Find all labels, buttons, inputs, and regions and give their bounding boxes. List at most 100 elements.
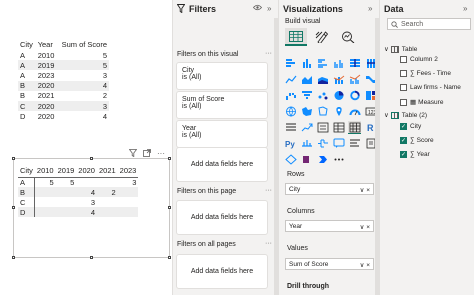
- matrix-row-header[interactable]: D: [18, 207, 36, 217]
- columns-well-field[interactable]: Year ∨ ×: [285, 220, 374, 232]
- add-data-fields-visual[interactable]: Add data fields here: [176, 147, 268, 182]
- matrix-icon[interactable]: [348, 121, 361, 134]
- collapse-pane-icon[interactable]: »: [267, 4, 271, 13]
- python-visual-icon[interactable]: Py: [284, 137, 297, 150]
- filter-icon[interactable]: [128, 149, 138, 159]
- key-influencers-icon[interactable]: [300, 137, 313, 150]
- tree-field-measure[interactable]: ▦ Measure: [400, 98, 443, 106]
- table-visual[interactable]: City Year Sum of Score A 2010 5 A 2019 5 A 20…: [18, 39, 109, 121]
- field-actions[interactable]: ∨ ×: [360, 223, 370, 231]
- tree-field-city[interactable]: ✓ City: [400, 123, 421, 130]
- add-data-fields-page[interactable]: Add data fields here: [176, 200, 268, 235]
- tree-field-score[interactable]: ✓ ∑ Score: [400, 137, 434, 144]
- power-apps-icon[interactable]: [300, 153, 313, 166]
- matrix-row-header[interactable]: A: [18, 177, 36, 187]
- map-icon[interactable]: [284, 105, 297, 118]
- stacked-area-chart-icon[interactable]: [316, 73, 329, 86]
- chevron-down-icon[interactable]: ∨: [384, 111, 389, 119]
- matrix-column-header[interactable]: 2010: [34, 165, 56, 178]
- matrix-row-header[interactable]: C: [18, 197, 36, 207]
- more-options-icon[interactable]: ···: [265, 187, 272, 194]
- matrix-column-header[interactable]: 2021: [96, 165, 118, 178]
- search-box[interactable]: Search: [387, 18, 471, 30]
- focus-mode-icon[interactable]: [143, 149, 151, 159]
- table-icon[interactable]: [332, 121, 345, 134]
- search-input[interactable]: Search: [401, 21, 423, 28]
- tree-field-column-2[interactable]: Column 2: [400, 56, 438, 63]
- tree-field-law-firms-name[interactable]: Law firms - Name: [400, 84, 461, 91]
- more-options-icon[interactable]: ···: [265, 240, 272, 247]
- line-and-column-chart-icon[interactable]: [332, 73, 345, 86]
- collapse-pane-icon[interactable]: »: [368, 4, 372, 13]
- checkbox[interactable]: [400, 84, 407, 91]
- resize-handle[interactable]: [12, 206, 15, 209]
- table-header-sum-of-score[interactable]: Sum of Score: [57, 39, 109, 50]
- rows-well-field[interactable]: City ∨ ×: [285, 183, 374, 195]
- funnel-chart-icon[interactable]: [300, 89, 313, 102]
- chevron-down-icon[interactable]: ∨: [384, 45, 389, 53]
- tree-field-fees-time[interactable]: ∑ Fees - Time: [400, 70, 451, 77]
- eye-icon[interactable]: [252, 4, 263, 13]
- resize-handle[interactable]: [12, 256, 15, 259]
- checkbox-checked[interactable]: ✓: [400, 123, 407, 130]
- checkbox-checked[interactable]: ✓: [400, 151, 407, 158]
- values-well-field[interactable]: Sum of Score ∨ ×: [285, 258, 374, 270]
- area-chart-icon[interactable]: [300, 73, 313, 86]
- decomposition-tree-icon[interactable]: [316, 137, 329, 150]
- clustered-bar-chart-icon[interactable]: [316, 57, 329, 70]
- stacked-column-chart-icon[interactable]: [300, 57, 313, 70]
- stacked-bar-chart-icon[interactable]: [284, 57, 297, 70]
- shape-map-icon[interactable]: [316, 105, 329, 118]
- more-options-icon[interactable]: ···: [265, 50, 272, 57]
- clustered-column-chart-icon[interactable]: [332, 57, 345, 70]
- donut-chart-icon[interactable]: [348, 89, 361, 102]
- pie-chart-icon[interactable]: [332, 89, 345, 102]
- resize-handle[interactable]: [168, 256, 171, 259]
- filter-card-year[interactable]: Year is (All): [176, 120, 268, 148]
- tree-field-year[interactable]: ✓ ∑ Year: [400, 151, 430, 158]
- build-visual-tab[interactable]: [285, 28, 307, 46]
- format-visual-tab[interactable]: [311, 28, 333, 46]
- field-actions[interactable]: ∨ ×: [360, 186, 370, 194]
- table-header-city[interactable]: City: [18, 39, 36, 50]
- matrix-row-header[interactable]: B: [18, 187, 36, 197]
- resize-handle[interactable]: [12, 157, 15, 160]
- matrix-column-header[interactable]: 2023: [117, 165, 139, 178]
- tree-table-table[interactable]: ∨ Table: [384, 45, 417, 53]
- matrix-column-header[interactable]: 2020: [76, 165, 97, 178]
- checkbox[interactable]: [400, 98, 407, 106]
- matrix-column-header[interactable]: 2019: [55, 165, 77, 178]
- diamond-visual-icon[interactable]: [284, 153, 297, 166]
- azure-map-icon[interactable]: [332, 105, 345, 118]
- more-options-icon[interactable]: ···: [157, 149, 165, 159]
- checkbox[interactable]: [400, 70, 407, 77]
- add-data-fields-all-pages[interactable]: Add data fields here: [176, 254, 268, 289]
- smart-narrative-icon[interactable]: [348, 137, 361, 150]
- collapse-pane-icon[interactable]: »: [463, 4, 467, 13]
- matrix-visual[interactable]: ··· City 2010 2019 2020 2021 2023 A 5 5: [12, 149, 171, 259]
- resize-handle[interactable]: [168, 206, 171, 209]
- more-visuals-icon[interactable]: [332, 153, 345, 166]
- resize-handle[interactable]: [90, 256, 93, 259]
- power-automate-icon[interactable]: [316, 153, 329, 166]
- qna-icon[interactable]: [332, 137, 345, 150]
- gauge-icon[interactable]: [348, 105, 361, 118]
- resize-handle[interactable]: [168, 157, 171, 160]
- waterfall-chart-icon[interactable]: [284, 89, 297, 102]
- checkbox-checked[interactable]: ✓: [400, 137, 407, 144]
- table-header-year[interactable]: Year: [36, 39, 58, 50]
- checkbox[interactable]: [400, 56, 407, 63]
- resize-handle[interactable]: [90, 157, 93, 160]
- matrix-corner-header[interactable]: City: [18, 165, 35, 178]
- analytics-tab[interactable]: [337, 28, 359, 46]
- line-and-clustered-column-icon[interactable]: [348, 73, 361, 86]
- filter-card-city[interactable]: City is (All): [176, 62, 268, 90]
- field-actions[interactable]: ∨ ×: [360, 261, 370, 269]
- filter-card-sum-of-score[interactable]: Sum of Score is (All): [176, 91, 268, 119]
- report-canvas[interactable]: City Year Sum of Score A 2010 5 A 2019 5 A 20…: [0, 0, 172, 295]
- slicer-icon[interactable]: [316, 121, 329, 134]
- stacked-bar-100-icon[interactable]: [348, 57, 361, 70]
- multi-row-card-icon[interactable]: [284, 121, 297, 134]
- kpi-icon[interactable]: [300, 121, 313, 134]
- filled-map-icon[interactable]: [300, 105, 313, 118]
